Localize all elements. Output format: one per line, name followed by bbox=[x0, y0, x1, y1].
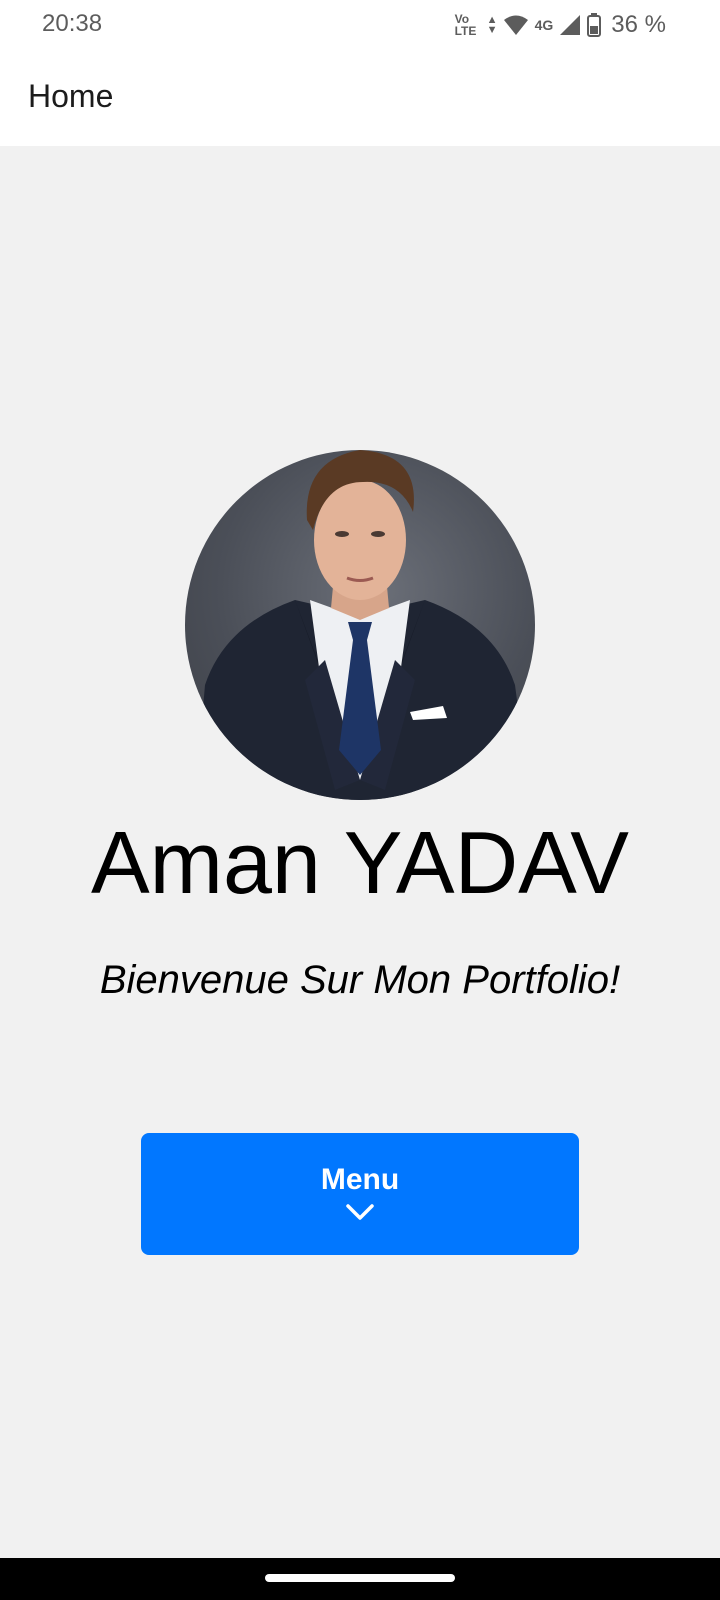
data-arrows-icon: ▲ ▼ bbox=[486, 14, 498, 36]
profile-photo bbox=[185, 450, 535, 800]
app-bar: Home bbox=[0, 50, 720, 146]
status-time: 20:38 bbox=[42, 10, 103, 37]
profile-tagline: Bienvenue Sur Mon Portfolio! bbox=[99, 958, 621, 1002]
home-gesture-handle[interactable] bbox=[265, 1574, 455, 1582]
status-icons: Vo LTE ▲ ▼ 4G 36 % bbox=[455, 8, 666, 42]
page-title: Home bbox=[28, 78, 114, 114]
network-type: 4G bbox=[534, 17, 554, 33]
menu-button-label: Menu bbox=[320, 1163, 400, 1196]
volte-line2: LTE bbox=[454, 24, 477, 38]
battery-percent: 36 % bbox=[611, 11, 666, 38]
volte-icon: Vo LTE bbox=[455, 13, 481, 37]
wifi-icon bbox=[503, 15, 528, 35]
battery-icon bbox=[587, 13, 602, 37]
signal-icon bbox=[560, 15, 581, 35]
avatar-portrait bbox=[195, 450, 530, 800]
menu-button[interactable]: Menu bbox=[141, 1133, 579, 1255]
status-bar: 20:38 Vo LTE ▲ ▼ 4G 36 % bbox=[0, 0, 720, 50]
chevron-down-icon bbox=[346, 1204, 374, 1220]
profile-name: Aman YADAV bbox=[90, 813, 629, 912]
